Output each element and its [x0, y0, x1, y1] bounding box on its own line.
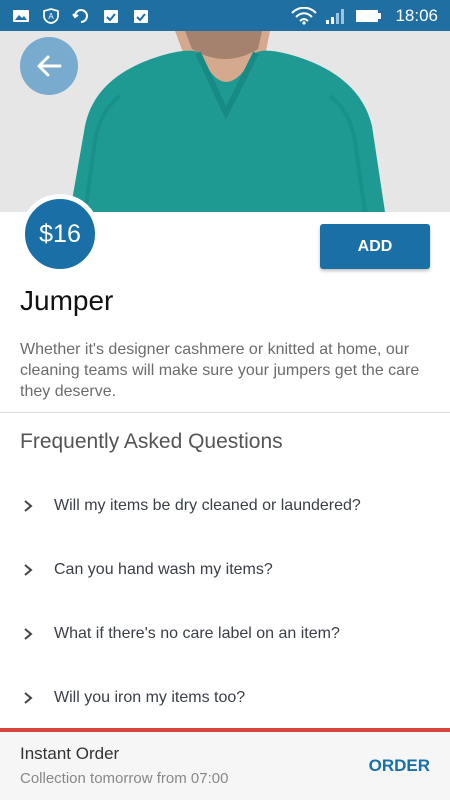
chevron-right-icon	[20, 498, 36, 514]
add-button[interactable]: ADD	[320, 224, 430, 269]
chevron-right-icon	[20, 690, 36, 706]
chevron-right-icon	[20, 626, 36, 642]
faq-question: Can you hand wash my items?	[54, 561, 273, 578]
faq-item[interactable]: Will my items be dry cleaned or laundere…	[0, 474, 450, 538]
clipboard-check-icon	[134, 9, 148, 23]
faq-question: What if there's no care label on an item…	[54, 625, 340, 642]
faq-question: Will my items be dry cleaned or laundere…	[54, 497, 361, 514]
chevron-right-icon	[20, 562, 36, 578]
status-bar: A 18:06	[0, 0, 450, 31]
sync-icon	[72, 8, 88, 23]
instant-order-bar: Instant Order Collection tomorrow from 0…	[0, 728, 450, 800]
signal-icon	[326, 8, 345, 24]
order-button[interactable]: ORDER	[369, 756, 430, 776]
status-time: 18:06	[395, 5, 438, 25]
svg-text:A: A	[48, 12, 54, 21]
arrow-left-icon	[37, 55, 62, 77]
divider	[0, 412, 450, 413]
faq-item[interactable]: Will you iron my items too?	[0, 666, 450, 730]
battery-icon	[356, 9, 382, 22]
back-button[interactable]	[20, 37, 78, 95]
shield-icon: A	[43, 7, 59, 24]
faq-heading: Frequently Asked Questions	[20, 430, 283, 453]
price-badge: $16	[20, 194, 100, 274]
product-title: Jumper	[20, 285, 114, 316]
order-title: Instant Order	[20, 744, 120, 763]
wifi-icon	[291, 6, 318, 25]
order-subtitle: Collection tomorrow from 07:00	[20, 770, 229, 787]
clipboard-check-icon	[104, 9, 118, 23]
product-description: Whether it's designer cashmere or knitte…	[20, 341, 420, 400]
faq-question: Will you iron my items too?	[54, 689, 246, 706]
faq-item[interactable]: What if there's no care label on an item…	[0, 602, 450, 666]
faq-item[interactable]: Can you hand wash my items?	[0, 538, 450, 602]
product-hero-image	[0, 31, 450, 212]
faq-list: Will my items be dry cleaned or laundere…	[0, 474, 450, 730]
image-icon	[13, 9, 29, 22]
